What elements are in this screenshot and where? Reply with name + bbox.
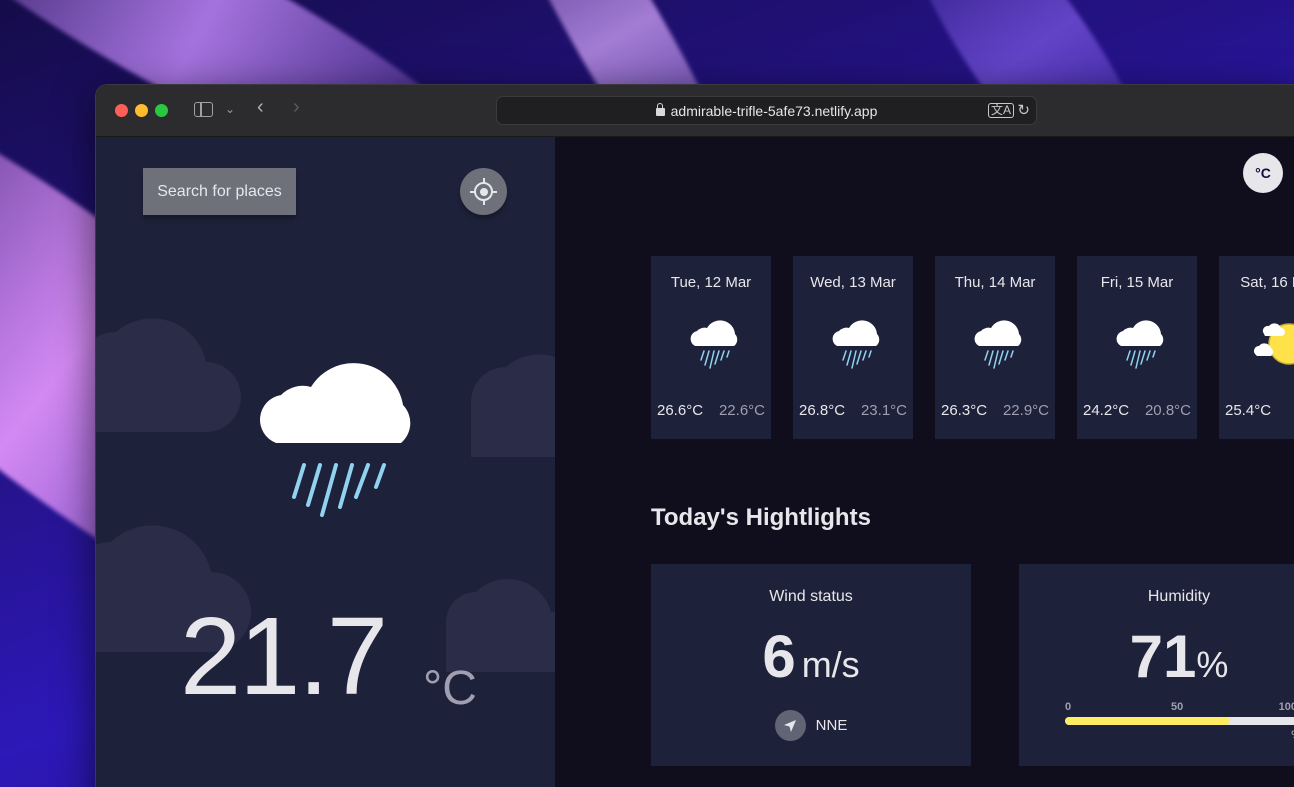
forecast-day-card: Thu, 14 Mar 26.3°C 22.9°C: [935, 256, 1055, 439]
forecast-min-temp: 20.8°C: [1144, 402, 1191, 419]
sidebar-toggle-icon[interactable]: [194, 102, 213, 117]
chevron-down-icon[interactable]: ⌄: [225, 101, 235, 117]
humidity-progress-fill: [1065, 717, 1230, 725]
forecast-max-temp: 25.4°C: [1225, 402, 1272, 419]
forecast-max-temp: 26.6°C: [657, 402, 704, 419]
humidity-tick-0: 0: [1065, 701, 1072, 713]
forecast-date: Sat, 16 Mar: [1240, 274, 1294, 291]
forecast-panel: °C Tue, 12 Mar 26.6°C 22.6°C Wed, 13 Mar…: [555, 137, 1294, 787]
current-temperature: 21.7: [180, 595, 388, 718]
forecast-max-temp: 26.3°C: [941, 402, 988, 419]
url-text: admirable-trifle-5afe73.netlify.app: [670, 103, 878, 119]
rain-cloud-icon: [974, 320, 1022, 369]
humidity-scale: 0 50 100 %: [1065, 701, 1294, 741]
current-temperature-unit: °C: [423, 662, 477, 715]
sun-cloud-icon: [1254, 323, 1294, 365]
forecast-min-temp: 22.6°C: [718, 402, 765, 419]
forecast-min-temp: 23.1°C: [860, 402, 907, 419]
forecast-min-temp: 22.9°C: [1002, 402, 1049, 419]
humidity-label: Humidity: [1147, 588, 1211, 605]
close-window-button[interactable]: [115, 104, 128, 117]
forecast-day-card: Sat, 16 Mar 25.4°C: [1219, 256, 1294, 439]
browser-toolbar: ⌄ ‹ › admirable-trifle-5afe73.netlify.ap…: [96, 85, 1294, 137]
humidity-value: 71: [1129, 623, 1197, 690]
current-weather-panel: Search for places 21.7 °C: [96, 137, 555, 787]
browser-window: ⌄ ‹ › admirable-trifle-5afe73.netlify.ap…: [95, 84, 1294, 787]
forecast-date: Thu, 14 Mar: [954, 274, 1036, 291]
back-icon[interactable]: ‹: [257, 97, 264, 117]
forecast-max-temp: 26.8°C: [799, 402, 846, 419]
translate-icon[interactable]: 文A: [987, 103, 1014, 118]
humidity-tick-50: 50: [1171, 701, 1184, 713]
wind-speed-unit: m/s: [801, 644, 860, 685]
forecast-max-temp: 24.2°C: [1083, 402, 1130, 419]
rain-cloud-icon: [1116, 320, 1164, 369]
zoom-window-button[interactable]: [155, 104, 168, 117]
current-location-button[interactable]: [460, 168, 507, 215]
weather-app: Search for places 21.7 °C °C Tue, 12 Mar…: [96, 137, 1294, 787]
humidity-card: Humidity 71% 0 50 100 %: [1019, 564, 1294, 766]
wind-direction-icon: [774, 710, 806, 741]
forecast-day-card: Fri, 15 Mar 24.2°C 20.8°C: [1077, 256, 1197, 439]
reload-icon[interactable]: ↻: [1017, 101, 1030, 119]
forward-icon[interactable]: ›: [293, 97, 300, 117]
forecast-list: Tue, 12 Mar 26.6°C 22.6°C Wed, 13 Mar 26…: [651, 256, 1294, 439]
wind-speed-value: 6: [762, 623, 796, 690]
search-places-button[interactable]: Search for places: [143, 168, 296, 215]
forecast-date: Wed, 13 Mar: [810, 274, 896, 291]
lock-icon: [655, 103, 665, 116]
forecast-day-card: Wed, 13 Mar 26.8°C 23.1°C: [793, 256, 913, 439]
forecast-date: Fri, 15 Mar: [1100, 274, 1174, 291]
humidity-unit: %: [1196, 644, 1229, 685]
forecast-date: Tue, 12 Mar: [670, 274, 752, 291]
heavy-rain-icon: [260, 363, 411, 517]
address-bar[interactable]: admirable-trifle-5afe73.netlify.app 文A ↻: [496, 96, 1037, 125]
wind-status-label: Wind status: [769, 588, 853, 605]
minimize-window-button[interactable]: [135, 104, 148, 117]
humidity-tick-100: 100: [1278, 701, 1294, 713]
wind-status-card: Wind status 6 m/s NNE: [651, 564, 971, 766]
wind-direction: NNE: [815, 717, 848, 734]
humidity-progress-bar: [1065, 717, 1294, 725]
celsius-toggle-button[interactable]: °C: [1243, 153, 1283, 193]
rain-cloud-icon: [690, 320, 738, 369]
forecast-day-card: Tue, 12 Mar 26.6°C 22.6°C: [651, 256, 771, 439]
highlights-title: Today's Hightlights: [651, 504, 871, 531]
rain-cloud-icon: [832, 320, 880, 369]
